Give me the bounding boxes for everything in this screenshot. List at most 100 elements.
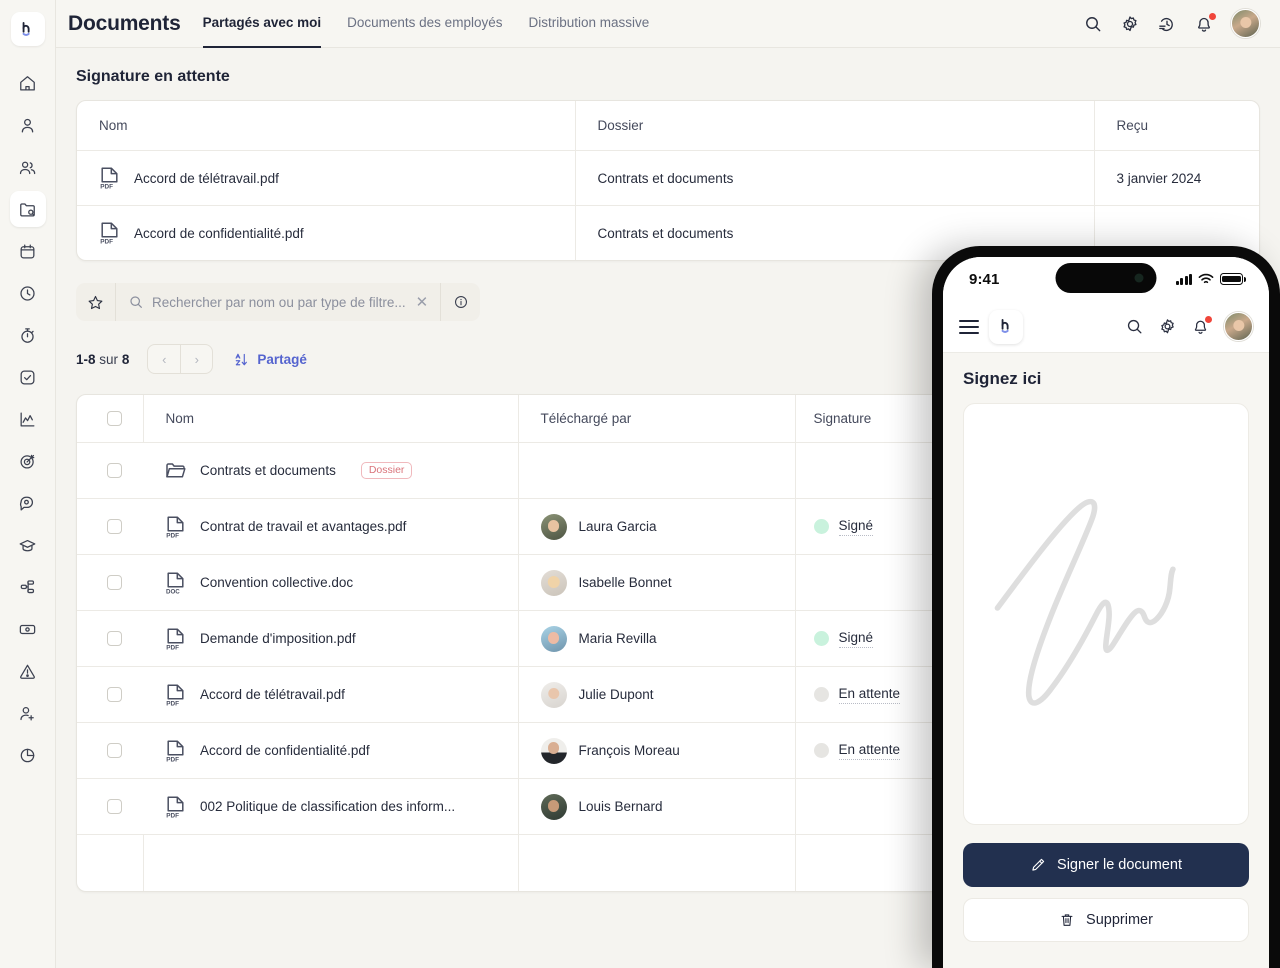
uploader-name: Laura Garcia <box>578 519 657 534</box>
sidebar-item-goals[interactable] <box>10 443 46 479</box>
row-checkbox[interactable] <box>107 575 122 590</box>
sidebar-item-reports[interactable] <box>10 401 46 437</box>
status-badge[interactable]: Signé <box>838 518 874 536</box>
pending-signature-title: Signature en attente <box>76 68 230 85</box>
sidebar-item-profile[interactable] <box>10 107 46 143</box>
sort-button[interactable]: Partagé <box>233 351 307 368</box>
sign-document-button[interactable]: Signer le document <box>963 843 1249 887</box>
top-bar: Documents Partagés avec moi Documents de… <box>56 0 1280 48</box>
sidebar-item-alerts[interactable] <box>10 653 46 689</box>
search-button[interactable] <box>1083 14 1103 34</box>
cell-name: PDF Accord de confidentialité.pdf <box>143 722 518 779</box>
avatar <box>540 625 567 652</box>
result-count: 1-8 sur 8 <box>76 352 129 367</box>
sidebar-item-messages[interactable] <box>10 485 46 521</box>
tab-employee-documents[interactable]: Documents des employés <box>347 1 502 48</box>
sidebar-item-home[interactable] <box>10 65 46 101</box>
tab-shared-with-me[interactable]: Partagés avec moi <box>202 1 322 48</box>
search-icon <box>130 296 142 308</box>
row-checkbox[interactable] <box>107 463 122 478</box>
status-badge[interactable]: En attente <box>838 742 901 760</box>
phone-avatar[interactable] <box>1224 312 1253 341</box>
avatar <box>540 737 567 764</box>
file-name: Convention collective.doc <box>200 575 354 590</box>
file-name: Accord de télétravail.pdf <box>200 687 345 702</box>
chat-bubble-icon <box>19 496 33 510</box>
clear-search-icon[interactable]: ✕ <box>414 295 431 310</box>
phone-mockup: 9:41 Signez ici Signer le document Suppr… <box>932 246 1280 968</box>
row-checkbox[interactable] <box>107 687 122 702</box>
star-icon <box>88 295 103 309</box>
sort-az-icon <box>233 351 250 368</box>
user-icon <box>21 118 34 132</box>
app-logo[interactable] <box>10 12 45 46</box>
sidebar-item-payroll[interactable] <box>10 611 46 647</box>
table-header-row: Nom Dossier Reçu <box>77 101 1259 151</box>
file-name: Accord de télétravail.pdf <box>134 170 279 186</box>
battery-icon <box>1220 273 1246 285</box>
sidebar-item-tasks[interactable] <box>10 359 46 395</box>
tab-mass-distribution[interactable]: Distribution massive <box>528 1 649 48</box>
info-icon <box>454 296 467 308</box>
row-checkbox[interactable] <box>107 743 122 758</box>
avatar <box>540 681 567 708</box>
hamburger-icon[interactable] <box>959 319 979 334</box>
cell-select <box>77 442 143 499</box>
phone-status-bar: 9:41 <box>943 257 1269 301</box>
cell-signature: En attente <box>794 666 947 723</box>
phone-app-logo[interactable] <box>989 309 1023 344</box>
sidebar-item-time-tracking[interactable] <box>10 275 46 311</box>
sidebar-item-timer[interactable] <box>10 317 46 353</box>
svg-text:PDF: PDF <box>166 532 179 538</box>
cell-received: 3 janvier 2024 <box>1093 150 1259 206</box>
table-row[interactable]: PDF Accord de télétravail.pdf Contrats e… <box>77 150 1259 206</box>
col-nom: Nom <box>142 395 518 443</box>
chart-line-icon <box>20 412 35 426</box>
search-box[interactable]: Rechercher par nom ou par type de filtre… <box>76 283 481 321</box>
pagination: ‹ › <box>147 344 214 374</box>
cell-select <box>77 722 143 779</box>
svg-text:PDF: PDF <box>166 756 179 762</box>
notifications-button[interactable] <box>1194 12 1216 34</box>
row-checkbox[interactable] <box>107 631 122 646</box>
sidebar-item-calendar[interactable] <box>10 233 46 269</box>
search-info-button[interactable] <box>440 283 480 321</box>
sidebar-item-training[interactable] <box>10 527 46 563</box>
trash-icon <box>1061 914 1073 926</box>
col-recu: Reçu <box>1093 101 1259 151</box>
notification-badge <box>1209 12 1216 20</box>
time-off-button[interactable] <box>1157 14 1177 34</box>
prev-page-button[interactable]: ‹ <box>148 345 180 373</box>
row-checkbox[interactable] <box>107 519 122 534</box>
signature-pad[interactable] <box>963 403 1249 825</box>
favorites-button[interactable] <box>76 283 116 321</box>
sidebar-item-org-chart[interactable] <box>10 569 46 605</box>
next-page-button[interactable]: › <box>180 345 212 373</box>
folder-badge: Dossier <box>360 461 413 480</box>
search-input[interactable]: Rechercher par nom ou par type de filtre… <box>152 295 406 310</box>
settings-button[interactable] <box>1120 14 1140 34</box>
phone-settings-button[interactable] <box>1158 317 1177 336</box>
col-nom: Nom <box>77 101 575 151</box>
cell-name: PDF Demande d'imposition.pdf <box>143 610 518 667</box>
status-badge[interactable]: En attente <box>838 686 901 704</box>
phone-nav-icons <box>1125 312 1253 341</box>
select-all-checkbox[interactable] <box>107 411 122 426</box>
cell-uploader <box>517 442 795 499</box>
avatar[interactable] <box>1231 9 1260 38</box>
phone-notifications-button[interactable] <box>1191 316 1212 336</box>
cell-select <box>77 610 143 667</box>
checkbox-task-icon <box>20 370 35 384</box>
sidebar-item-documents[interactable] <box>9 191 46 227</box>
phone-search-button[interactable] <box>1125 317 1144 336</box>
tab-bar: Partagés avec moi Documents des employés… <box>202 0 649 48</box>
cell-name <box>142 834 518 891</box>
delete-button[interactable]: Supprimer <box>963 898 1249 942</box>
sidebar-item-analytics[interactable] <box>10 737 46 773</box>
svg-text:PDF: PDF <box>166 812 179 818</box>
row-checkbox[interactable] <box>107 799 122 814</box>
status-badge[interactable]: Signé <box>838 630 874 648</box>
sidebar-item-recruiting[interactable] <box>10 695 46 731</box>
sidebar-item-people[interactable] <box>10 149 46 185</box>
search-input-wrap[interactable]: Rechercher par nom ou par type de filtre… <box>116 294 440 310</box>
